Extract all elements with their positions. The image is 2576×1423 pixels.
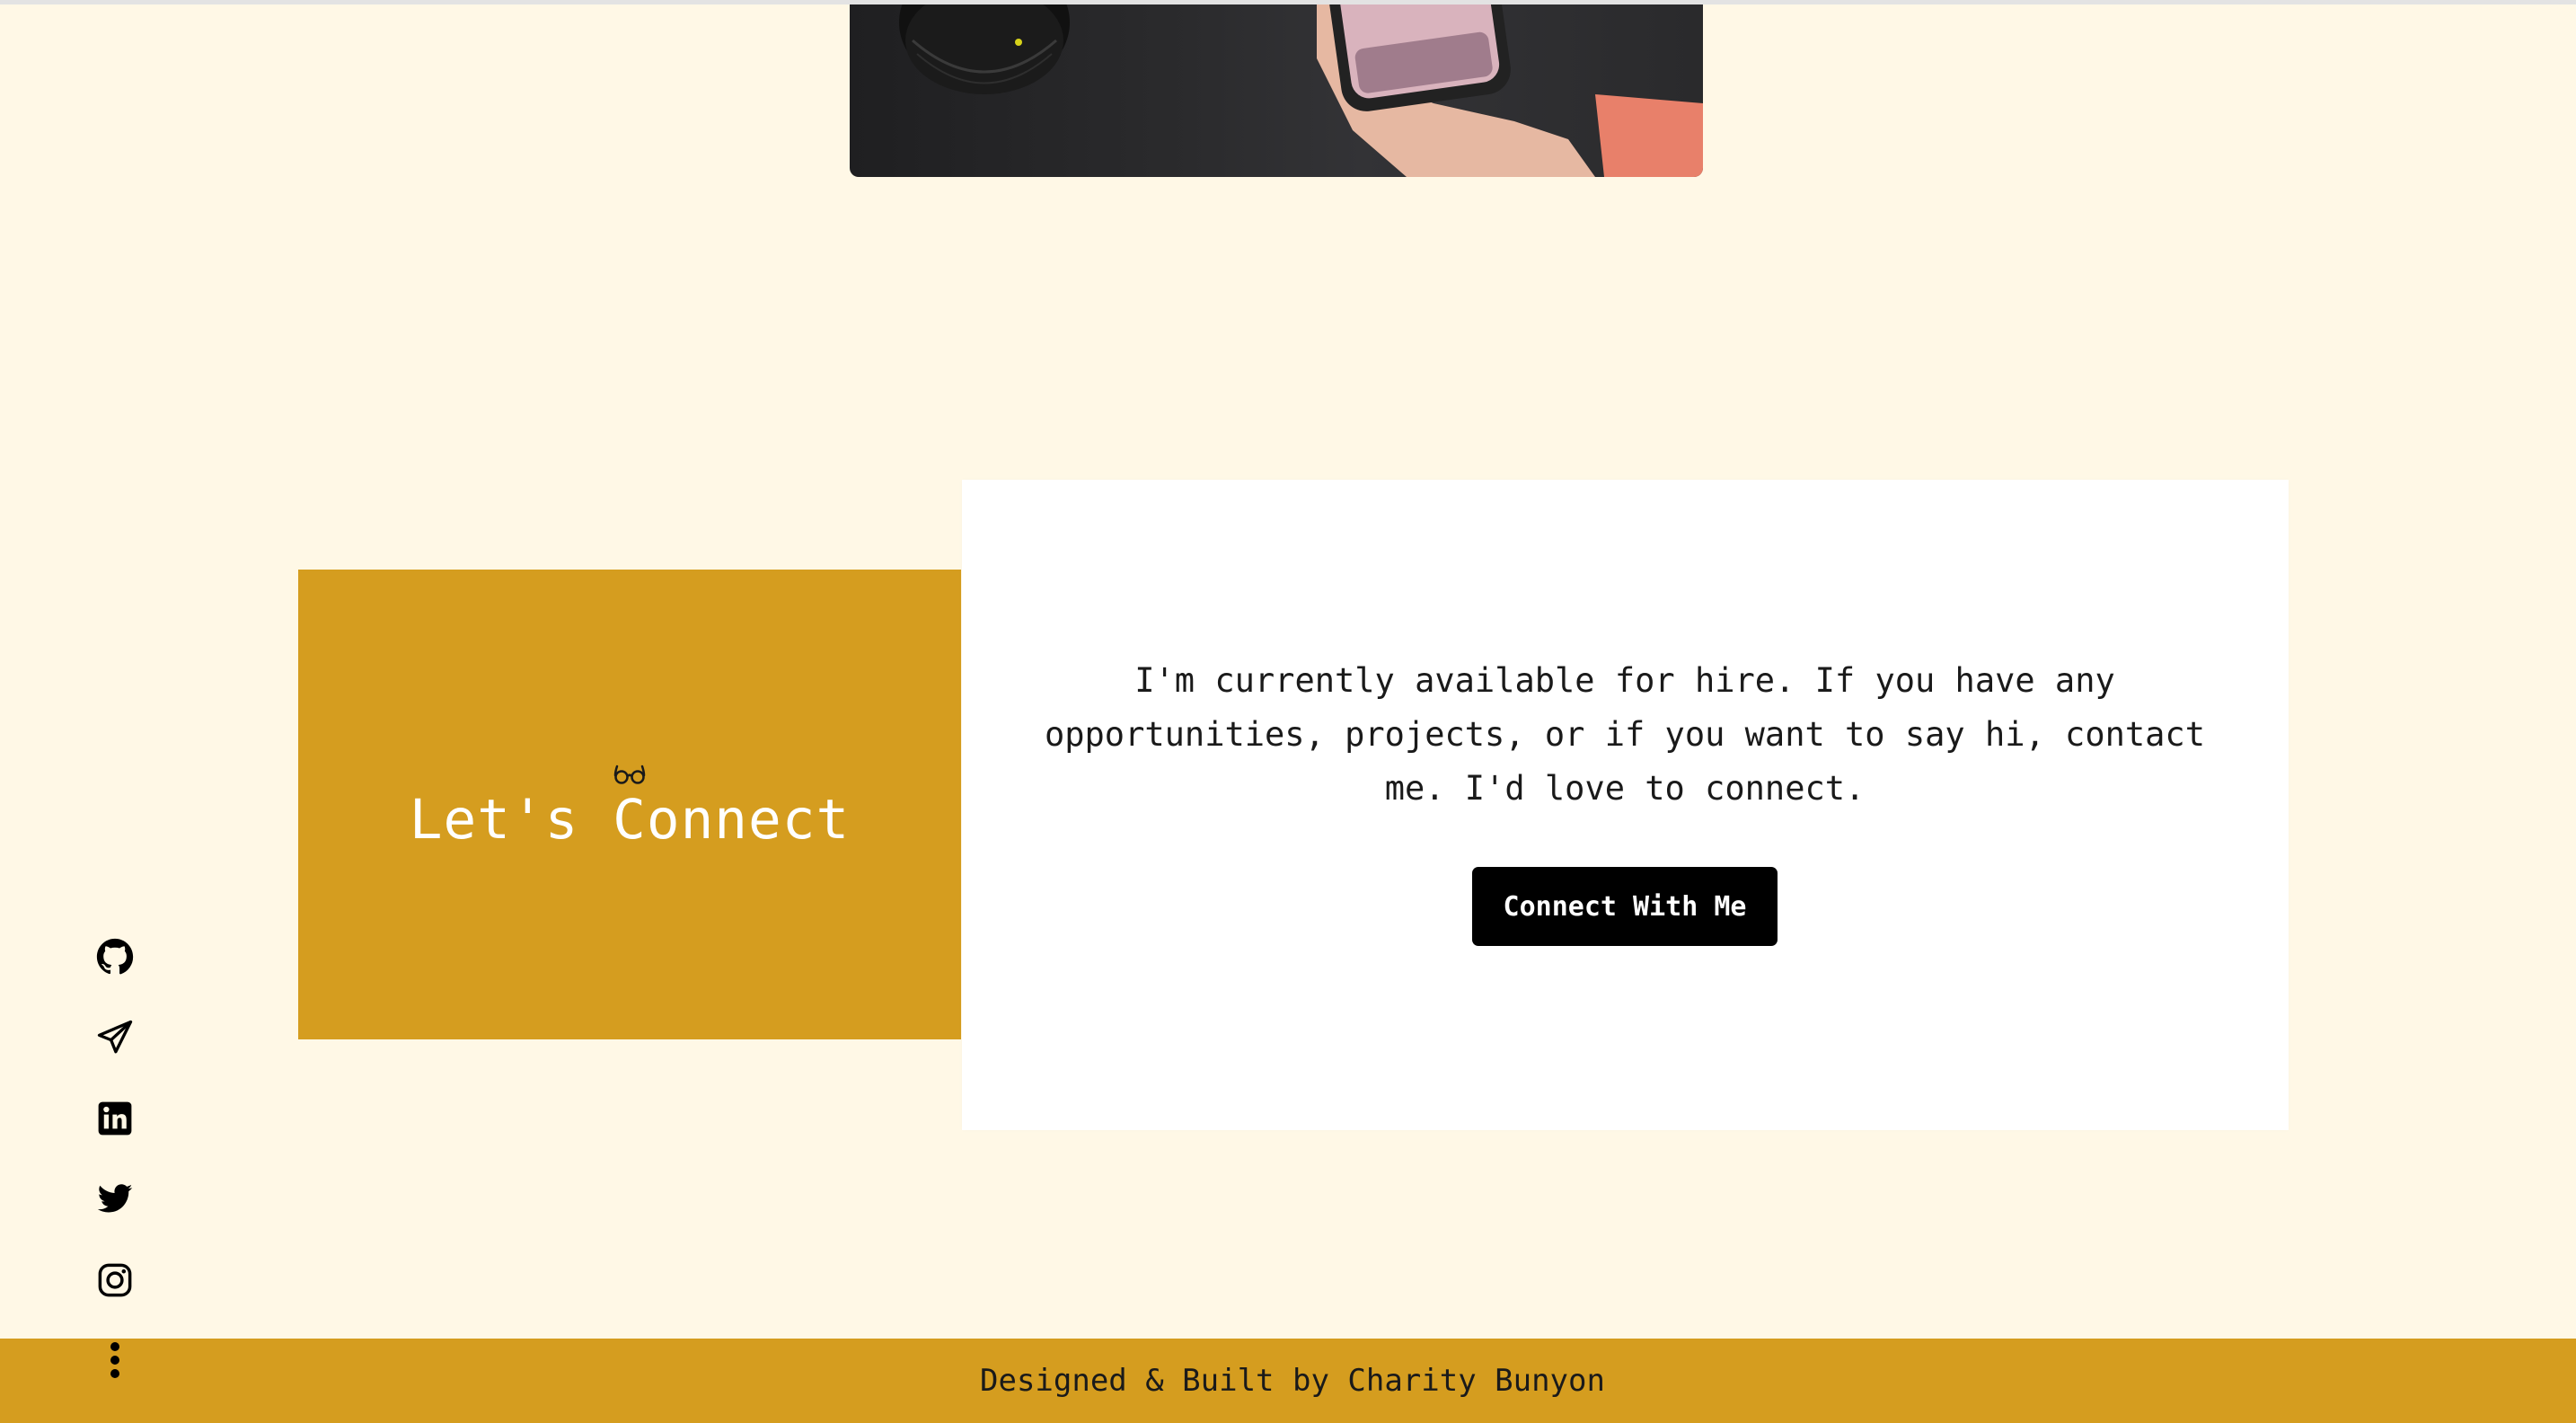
- phone-in-hand-graphic: [1317, 4, 1703, 177]
- glasses-icon: [613, 765, 646, 784]
- telegram-link[interactable]: [93, 1015, 137, 1060]
- twitter-link[interactable]: [93, 1177, 137, 1222]
- instagram-link[interactable]: [93, 1258, 137, 1303]
- footer-credit: Designed & Built by Charity Bunyon: [980, 1363, 1605, 1399]
- linkedin-link[interactable]: [93, 1096, 137, 1141]
- connect-heading: Let's Connect: [409, 787, 851, 852]
- paper-plane-icon: [97, 1020, 133, 1054]
- linkedin-icon: [98, 1101, 132, 1136]
- project-image: [850, 4, 1703, 177]
- more-options-button[interactable]: [93, 1337, 137, 1385]
- lets-connect-panel: Let's Connect: [298, 570, 961, 1039]
- site-footer: Designed & Built by Charity Bunyon: [0, 1339, 2576, 1423]
- connect-with-me-button[interactable]: Connect With Me: [1472, 867, 1778, 946]
- more-vertical-icon: [110, 1342, 119, 1378]
- camera-lens-graphic: [899, 4, 1070, 94]
- github-icon: [96, 938, 134, 975]
- github-link[interactable]: [93, 934, 137, 979]
- availability-message: I'm currently available for hire. If you…: [1044, 661, 2205, 808]
- contact-card: I'm currently available for hire. If you…: [962, 480, 2289, 1130]
- twitter-icon: [97, 1184, 133, 1213]
- instagram-icon: [98, 1263, 132, 1297]
